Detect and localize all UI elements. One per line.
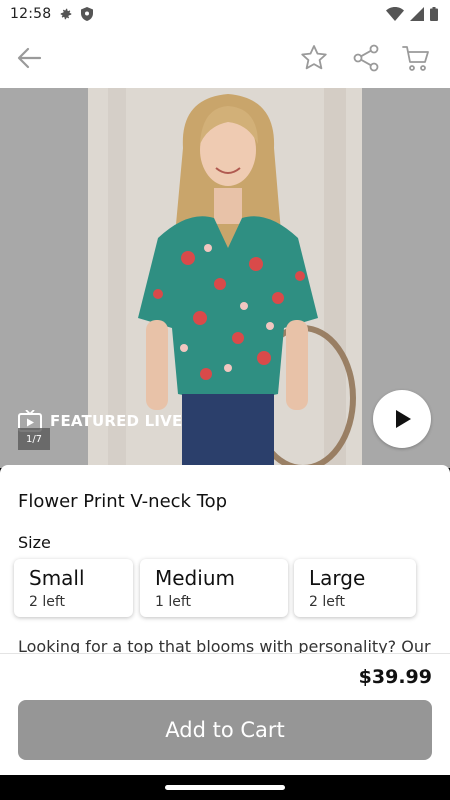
add-to-cart-button[interactable]: Add to Cart [18, 700, 432, 760]
play-button[interactable] [373, 390, 431, 448]
app-bar [0, 28, 450, 88]
cart-icon [402, 46, 429, 71]
settings-gear-icon [61, 8, 72, 20]
size-stock: 1 left [155, 594, 192, 610]
star-outline-icon [301, 45, 327, 70]
cart-button[interactable] [400, 42, 432, 74]
size-stock: 2 left [29, 594, 66, 610]
image-counter: 1/7 [18, 428, 50, 450]
product-details-sheet: Flower Print V-neck Top Size Small 2 lef… [0, 465, 450, 655]
shield-icon [81, 7, 94, 21]
size-option-small[interactable]: Small 2 left [14, 559, 133, 617]
size-option-medium[interactable]: Medium 1 left [140, 559, 288, 617]
purchase-footer: $39.99 Add to Cart [0, 653, 450, 775]
status-bar: 12:58 [0, 0, 450, 28]
size-name: Large [309, 566, 366, 590]
status-time: 12:58 [10, 6, 52, 22]
home-gesture-handle[interactable] [165, 785, 285, 790]
product-title: Flower Print V-neck Top [18, 491, 228, 512]
product-price: $39.99 [358, 666, 432, 688]
play-icon [396, 410, 411, 428]
cell-signal-icon [410, 7, 424, 21]
size-name: Small [29, 566, 85, 590]
size-label: Size [18, 533, 51, 552]
system-nav-bar [0, 775, 450, 800]
favorite-button[interactable] [298, 42, 330, 74]
size-stock: 2 left [309, 594, 346, 610]
product-media[interactable]: FEATURED LIVE 1/7 [0, 88, 450, 468]
size-name: Medium [155, 566, 235, 590]
size-option-large[interactable]: Large 2 left [294, 559, 416, 617]
featured-live-label: FEATURED LIVE [50, 412, 183, 430]
share-icon [353, 44, 379, 72]
share-button[interactable] [350, 42, 382, 74]
arrow-left-icon [17, 47, 42, 69]
wifi-icon [386, 7, 404, 21]
back-button[interactable] [14, 42, 46, 74]
battery-icon [430, 7, 438, 21]
